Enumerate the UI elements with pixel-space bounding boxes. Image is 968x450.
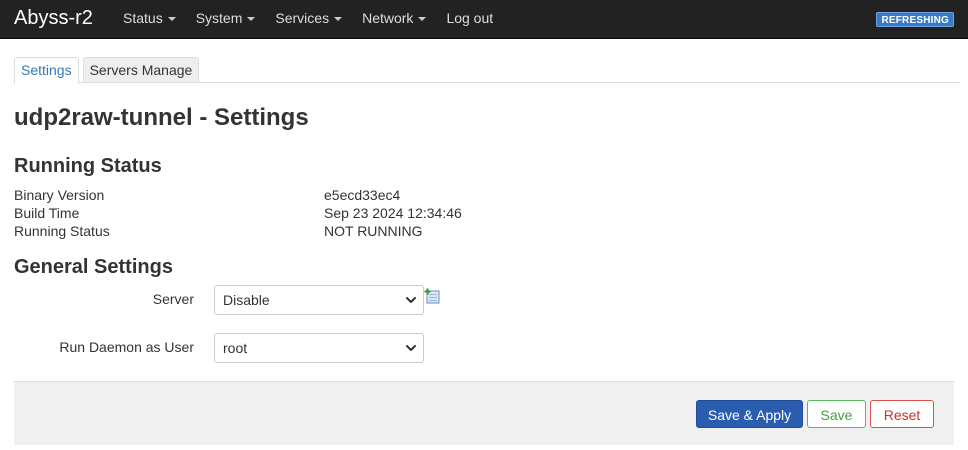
binary-version-label: Binary Version	[14, 187, 105, 203]
save-button[interactable]: Save	[807, 400, 866, 428]
server-select[interactable]: Disable	[214, 285, 424, 315]
tab-settings[interactable]: Settings	[14, 57, 79, 84]
caret-down-icon	[334, 17, 343, 22]
menu-status[interactable]: Status	[123, 0, 176, 39]
add-icon[interactable]	[424, 288, 440, 304]
save-apply-button[interactable]: Save & Apply	[696, 400, 803, 428]
menu-system[interactable]: System	[196, 0, 256, 39]
tab-bar: Settings Servers Manage	[14, 57, 960, 84]
menu-system-label: System	[195, 10, 243, 26]
top-navbar: Abyss-r2 Status System Services Network …	[0, 0, 968, 39]
server-select-value: Disable	[223, 292, 270, 308]
chevron-down-icon	[406, 297, 416, 303]
tab-servers-manage[interactable]: Servers Manage	[82, 57, 200, 83]
running-status-value: NOT RUNNING	[324, 223, 423, 239]
menu-network[interactable]: Network	[362, 0, 427, 39]
page-title: udp2raw-tunnel - Settings	[14, 104, 309, 131]
caret-down-icon	[167, 17, 176, 22]
caret-down-icon	[247, 17, 256, 22]
build-time-label: Build Time	[14, 205, 80, 221]
menu-network-label: Network	[362, 10, 414, 26]
build-time-value: Sep 23 2024 12:34:46	[324, 205, 462, 221]
server-label: Server	[152, 291, 194, 307]
menu-status-label: Status	[123, 10, 163, 26]
daemon-user-row: Run Daemon as User root	[0, 333, 968, 363]
running-status-heading: Running Status	[14, 155, 162, 177]
brand-link[interactable]: Abyss-r2	[14, 6, 93, 30]
reset-button[interactable]: Reset	[870, 400, 934, 428]
menu-logout[interactable]: Log out	[446, 0, 493, 39]
caret-down-icon	[418, 17, 427, 22]
menu-services[interactable]: Services	[275, 0, 343, 39]
daemon-user-select[interactable]: root	[214, 333, 424, 363]
daemon-user-select-value: root	[223, 340, 248, 356]
server-row: Server Disable	[0, 285, 968, 315]
main-menu: Status System Services Network Log out	[123, 0, 513, 39]
binary-version-value: e5ecd33ec4	[324, 187, 401, 203]
menu-services-label: Services	[275, 10, 330, 26]
chevron-down-icon	[406, 345, 416, 351]
daemon-user-label: Run Daemon as User	[59, 339, 194, 355]
refreshing-badge[interactable]: REFRESHING	[876, 12, 954, 27]
action-bar: Save & Apply Save Reset	[14, 381, 954, 445]
running-status-label: Running Status	[14, 223, 110, 239]
general-settings-heading: General Settings	[14, 256, 173, 278]
